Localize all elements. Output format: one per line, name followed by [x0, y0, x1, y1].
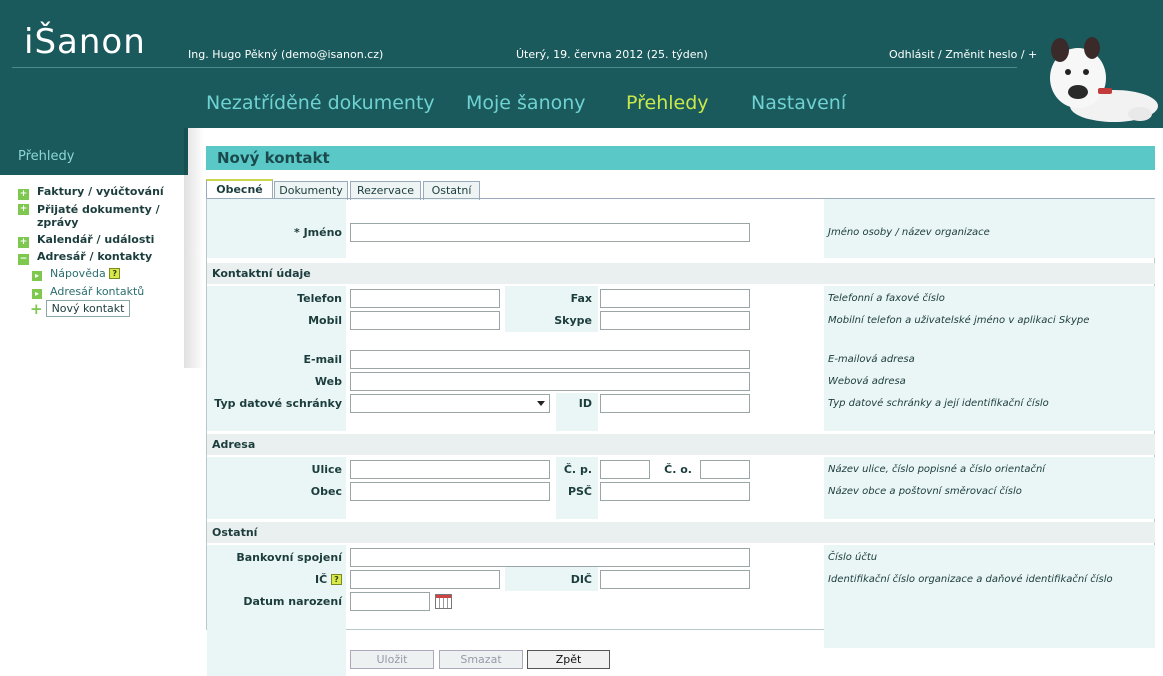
sidebar-item-address-book[interactable]: − Adresář / kontakty [18, 250, 152, 265]
sidebar-item-invoices[interactable]: + Faktury / vyúčtování [18, 185, 164, 200]
company-id-label: IČ ? [207, 573, 342, 586]
orientation-number-label: Č. o. [664, 463, 692, 476]
sidebar-item-received-documents[interactable]: + Přijaté dokumenty / zprávy [18, 203, 178, 229]
databox-type-label: Typ datové schránky [214, 397, 342, 410]
back-button[interactable]: Zpět [527, 650, 610, 669]
street-input[interactable] [350, 460, 550, 479]
birth-date-input[interactable] [350, 592, 430, 611]
postal-code-input[interactable] [600, 482, 750, 501]
name-input[interactable] [350, 223, 750, 242]
sidebar-item-new-contact[interactable]: + Nový kontakt [30, 300, 131, 318]
current-date: Úterý, 19. června 2012 (25. týden) [516, 48, 708, 61]
city-input[interactable] [350, 482, 550, 501]
databox-id-label: ID [578, 397, 592, 410]
databox-type-select[interactable] [350, 394, 550, 413]
arrow-right-icon: ▸ [32, 289, 42, 299]
web-input[interactable] [350, 372, 750, 391]
house-number-label: Č. p. [563, 463, 592, 476]
orientation-number-input[interactable] [700, 460, 750, 479]
city-label: Obec [310, 485, 342, 498]
vat-id-input[interactable] [600, 570, 750, 589]
help-icon[interactable]: ? [109, 268, 121, 279]
expand-plus-icon: + [18, 189, 29, 200]
help-icon[interactable]: ? [331, 574, 342, 585]
fax-label: Fax [570, 292, 592, 305]
company-id-hint: Identifikační číslo organizace a daňové … [828, 574, 1113, 585]
page-title: Nový kontakt [206, 146, 1155, 170]
sidebar-item-help[interactable]: ▸ Nápověda ? [32, 267, 121, 281]
name-label: * Jméno [294, 226, 342, 239]
button-area-help [824, 630, 1155, 648]
nav-unsorted-documents[interactable]: Nezatříděné dokumenty [206, 92, 435, 114]
email-input[interactable] [350, 350, 750, 369]
email-hint: E-mailová adresa [828, 354, 915, 365]
skype-label: Skype [554, 314, 592, 327]
app-logo[interactable]: iŠanon [24, 22, 146, 62]
save-button[interactable]: Uložit [350, 650, 434, 669]
name-hint: Jméno osoby / název organizace [828, 227, 990, 238]
sidebar-title: Přehledy [0, 128, 188, 175]
section-contact-details: Kontaktní údaje [207, 263, 1155, 284]
city-hint: Název obce a poštovní směrovací číslo [828, 486, 1022, 497]
mobile-input[interactable] [350, 311, 500, 330]
arrow-right-icon: ▸ [32, 271, 42, 281]
sidebar-item-contact-list[interactable]: ▸ Adresář kontaktů [32, 285, 144, 299]
expand-plus-icon: + [18, 237, 29, 248]
delete-button[interactable]: Smazat [439, 650, 523, 669]
bank-account-label: Bankovní spojení [236, 551, 342, 564]
nav-settings[interactable]: Nastavení [751, 92, 846, 114]
skype-input[interactable] [600, 311, 750, 330]
expand-plus-icon: + [18, 204, 29, 215]
email-label: E-mail [303, 353, 342, 366]
bank-account-input[interactable] [350, 548, 750, 567]
web-label: Web [314, 375, 342, 388]
databox-id-input[interactable] [600, 394, 750, 413]
postal-code-label: PSČ [567, 485, 592, 498]
header-divider [12, 67, 1017, 68]
sidebar-shadow [184, 128, 204, 368]
house-number-input[interactable] [600, 460, 650, 479]
button-area-label [207, 630, 346, 676]
phone-input[interactable] [350, 289, 500, 308]
account-links[interactable]: Odhlásit / Změnit heslo / + [889, 48, 1037, 61]
section-address: Adresa [207, 434, 1155, 455]
plus-icon: + [30, 300, 43, 318]
sidebar-item-calendar[interactable]: + Kalendář / události [18, 233, 154, 248]
company-id-input[interactable] [350, 570, 500, 589]
section-other: Ostatní [207, 522, 1155, 543]
phone-hint: Telefonní a faxové číslo [828, 293, 945, 304]
nav-my-binders[interactable]: Moje šanony [466, 92, 586, 114]
birth-date-label: Datum narození [243, 595, 342, 608]
chevron-down-icon [537, 401, 545, 406]
header-bar: iŠanon Ing. Hugo Pěkný (demo@isanon.cz) … [0, 0, 1163, 128]
fax-input[interactable] [600, 289, 750, 308]
street-hint: Název ulice, číslo popisné a číslo orien… [828, 464, 1046, 475]
web-hint: Webová adresa [828, 376, 906, 387]
bank-account-hint: Číslo účtu [828, 552, 878, 563]
mobile-hint: Mobilní telefon a uživatelské jméno v ap… [828, 315, 1090, 326]
databox-hint: Typ datové schránky a její identifikační… [828, 398, 1049, 409]
user-info: Ing. Hugo Pěkný (demo@isanon.cz) [188, 48, 384, 61]
street-label: Ulice [311, 463, 342, 476]
dog-mascot-icon [1050, 37, 1158, 122]
vat-id-label: DIČ [570, 573, 592, 586]
phone-label: Telefon [297, 292, 342, 305]
collapse-minus-icon: − [18, 254, 29, 265]
mobile-label: Mobil [308, 314, 342, 327]
calendar-icon[interactable] [435, 594, 452, 609]
nav-overviews[interactable]: Přehledy [626, 92, 709, 114]
tab-general[interactable]: Obecné [206, 179, 273, 199]
